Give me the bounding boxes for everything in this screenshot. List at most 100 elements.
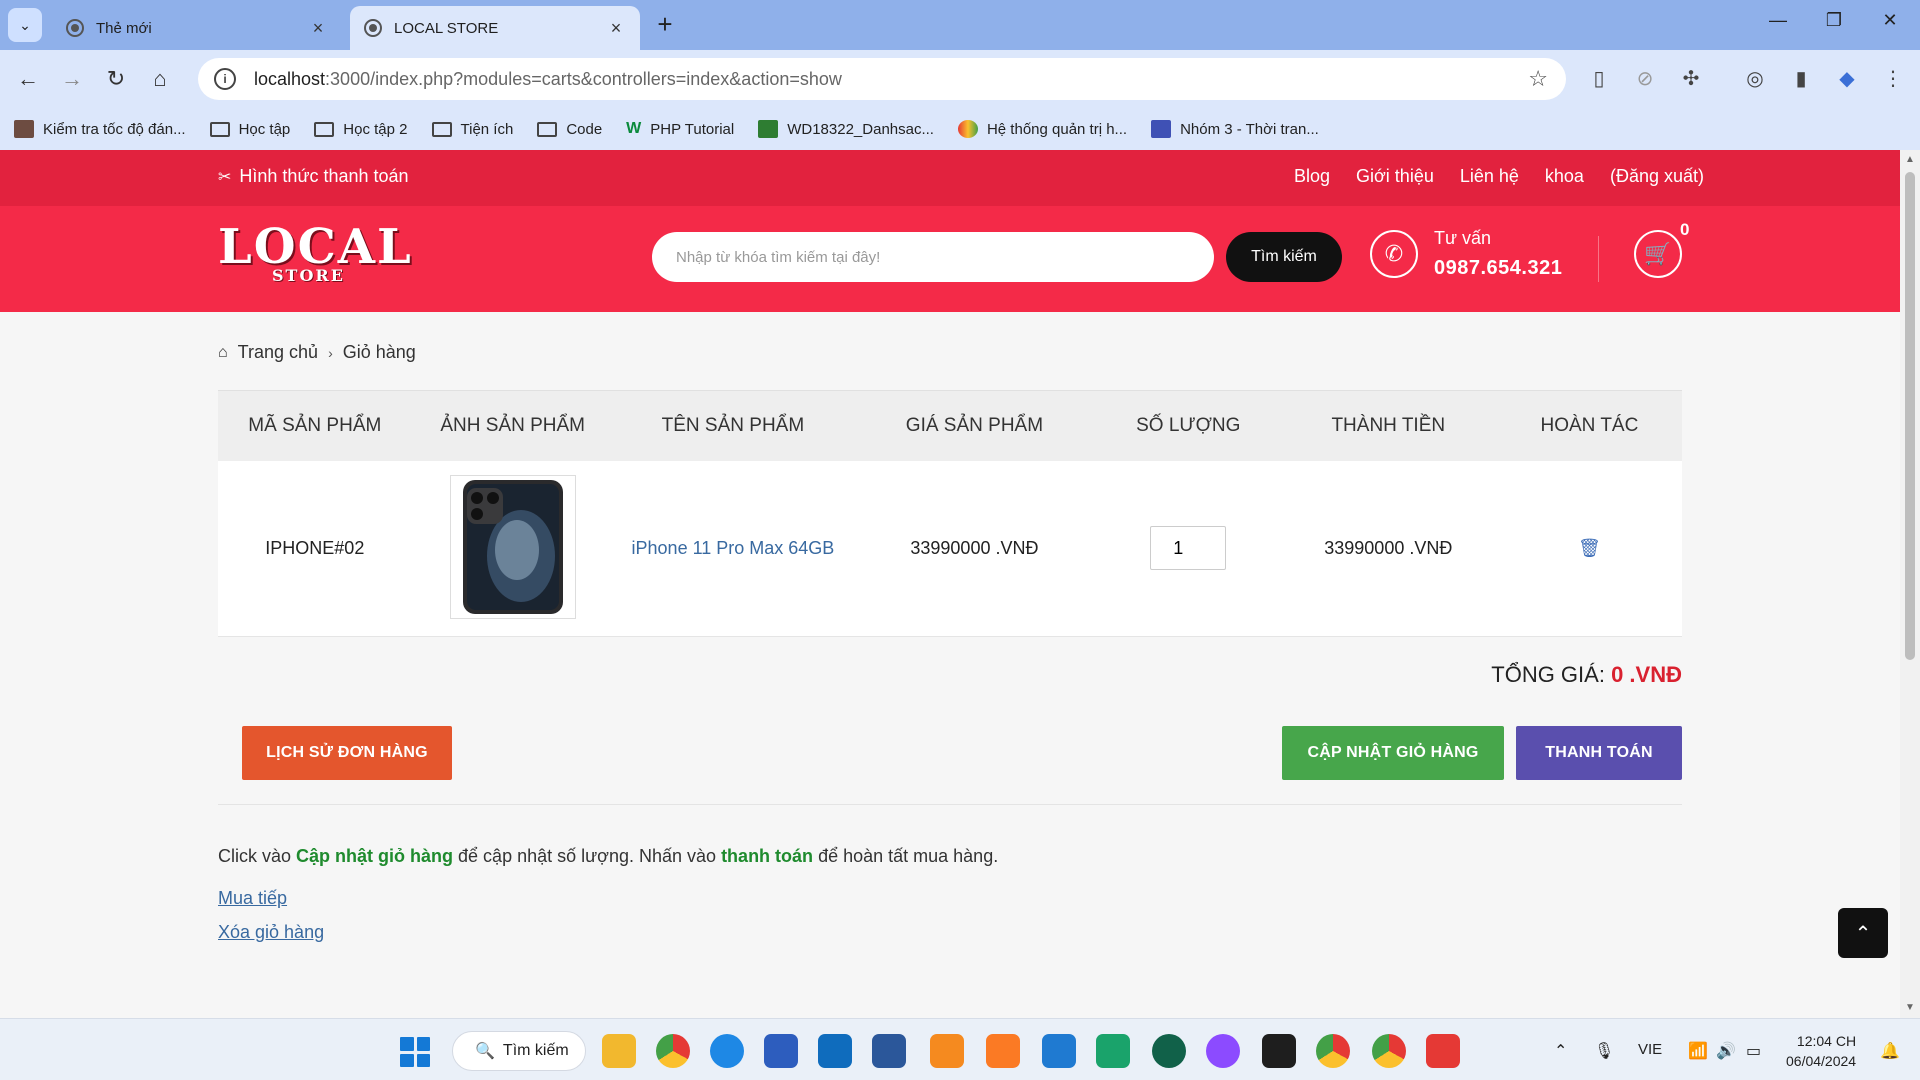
vscode-icon[interactable] <box>1042 1034 1076 1068</box>
product-name-link[interactable]: iPhone 11 Pro Max 64GB <box>632 538 835 558</box>
performance-icon[interactable]: ◎ <box>1742 66 1768 92</box>
vscode-insiders-icon[interactable] <box>1096 1034 1130 1068</box>
breadcrumb-home[interactable]: Trang chủ <box>238 342 318 363</box>
tab-new-tab[interactable]: Thẻ mới × <box>52 6 342 50</box>
bookmark-item[interactable]: Học tập 2 <box>314 121 408 138</box>
page-scrollbar[interactable]: ▲ ▼ <box>1900 150 1920 1018</box>
bookmark-label: Học tập <box>238 120 291 138</box>
figma-icon[interactable] <box>1262 1034 1296 1068</box>
scroll-to-top-button[interactable]: ⌃ <box>1838 908 1888 958</box>
chevron-up-icon[interactable]: ⌃ <box>1554 1041 1567 1061</box>
pdf-app-icon[interactable] <box>930 1034 964 1068</box>
minimize-button[interactable]: — <box>1758 10 1798 40</box>
profile-icon[interactable]: ◆ <box>1834 66 1860 92</box>
scroll-up-icon[interactable]: ▲ <box>1905 154 1915 165</box>
bookmark-item[interactable]: WD18322_Danhsac... <box>758 120 934 138</box>
side-panel-icon[interactable]: ▮ <box>1788 66 1814 92</box>
taskbar-search[interactable]: 🔍 Tìm kiếm <box>452 1031 586 1071</box>
cart-button[interactable]: 🛒 <box>1634 230 1682 278</box>
volume-icon[interactable]: 🔊 <box>1716 1041 1736 1061</box>
outlook-icon[interactable] <box>818 1034 852 1068</box>
quantity-input[interactable] <box>1150 526 1227 571</box>
order-history-button[interactable]: LỊCH SỬ ĐƠN HÀNG <box>242 726 452 780</box>
address-bar[interactable]: i localhost:3000/index.php?modules=carts… <box>198 58 1566 100</box>
mongodb-icon[interactable] <box>1152 1034 1186 1068</box>
chrome-profile-icon[interactable] <box>1316 1034 1350 1068</box>
nav-contact[interactable]: Liên hệ <box>1460 166 1519 187</box>
globe-icon <box>364 19 382 37</box>
file-explorer-icon[interactable] <box>602 1034 636 1068</box>
windows-start-icon[interactable] <box>400 1037 430 1067</box>
scrollbar-thumb[interactable] <box>1905 172 1915 660</box>
col-name: TÊN SẢN PHẨM <box>613 390 853 461</box>
compass-icon[interactable]: ⊘ <box>1632 66 1658 92</box>
xampp-icon[interactable] <box>986 1034 1020 1068</box>
payment-methods-link[interactable]: ✂ Hình thức thanh toán <box>218 166 409 187</box>
note-text: để cập nhật số lượng. Nhấn vào <box>453 846 722 866</box>
phone-image <box>462 480 563 615</box>
clear-cart-link[interactable]: Xóa giỏ hàng <box>218 922 324 943</box>
clock[interactable]: 12:04 CH 06/04/2024 <box>1786 1031 1856 1071</box>
update-cart-button[interactable]: CẬP NHẬT GIỎ HÀNG <box>1282 726 1504 780</box>
battery-icon[interactable]: ▭ <box>1746 1041 1761 1061</box>
new-tab-button[interactable]: + <box>652 11 678 38</box>
reading-list-icon[interactable]: ▯ <box>1586 66 1612 92</box>
scroll-down-icon[interactable]: ▼ <box>1905 1002 1915 1013</box>
bookmark-item[interactable]: Học tập <box>209 120 291 138</box>
taskbar-search-label: Tìm kiếm <box>502 1042 569 1059</box>
bookmark-item[interactable]: W PHP Tutorial <box>626 120 734 138</box>
tab-title: LOCAL STORE <box>394 19 499 37</box>
product-price: 33990000 .VNĐ <box>852 460 1097 637</box>
zalo-icon[interactable] <box>710 1034 744 1068</box>
nav-about[interactable]: Giới thiệu <box>1356 166 1434 187</box>
close-icon[interactable]: × <box>308 18 328 39</box>
note-text: Click vào <box>218 846 297 866</box>
total-label: TỔNG GIÁ: <box>1491 662 1605 687</box>
bookmark-star-icon[interactable]: ☆ <box>1528 66 1548 92</box>
tab-search-button[interactable]: ⌄ <box>8 8 42 42</box>
checkout-button[interactable]: THANH TOÁN <box>1516 726 1682 780</box>
notification-icon[interactable]: 🔔 <box>1880 1041 1900 1061</box>
word-icon[interactable] <box>872 1034 906 1068</box>
bookmark-item[interactable]: Kiểm tra tốc độ đán... <box>14 120 186 138</box>
microphone-icon[interactable]: 🎙 <box>1594 1041 1614 1061</box>
chrome-icon[interactable] <box>656 1034 690 1068</box>
search-input[interactable] <box>676 248 1190 266</box>
close-icon[interactable]: × <box>606 18 626 39</box>
back-button[interactable]: ← <box>10 61 46 97</box>
nav-user[interactable]: khoa <box>1545 166 1584 187</box>
extensions-icon[interactable]: ✣ <box>1678 66 1704 92</box>
continue-shopping-link[interactable]: Mua tiếp <box>218 888 287 909</box>
consult-phone[interactable]: 0987.654.321 <box>1434 257 1562 280</box>
home-button[interactable]: ⌂ <box>142 61 178 97</box>
screen-recorder-icon[interactable] <box>1426 1034 1460 1068</box>
product-image[interactable] <box>449 475 576 620</box>
site-logo[interactable]: LOCAL STORE <box>218 222 411 286</box>
store-icon[interactable] <box>764 1034 798 1068</box>
bookmark-item[interactable]: Tiện ích <box>431 121 513 138</box>
chrome-active-icon[interactable] <box>1372 1034 1406 1068</box>
bookmark-item[interactable]: Hệ thống quản trị h... <box>957 120 1127 138</box>
arrow-right-icon: → <box>61 66 83 91</box>
note-highlight-checkout: thanh toán <box>721 846 814 866</box>
messenger-icon[interactable] <box>1206 1034 1240 1068</box>
col-qty: SỐ LƯỢNG <box>1096 390 1280 461</box>
clock-date: 06/04/2024 <box>1786 1053 1857 1069</box>
tab-local-store[interactable]: LOCAL STORE × <box>350 6 640 50</box>
reload-button[interactable]: ↻ <box>98 61 134 97</box>
search-button[interactable]: Tìm kiếm <box>1226 232 1342 282</box>
close-window-button[interactable]: ✕ <box>1870 10 1910 40</box>
bookmark-item[interactable]: Nhóm 3 - Thời tran... <box>1151 120 1319 138</box>
menu-dots-icon[interactable]: ⋮ <box>1880 66 1906 92</box>
restore-button[interactable]: ❐ <box>1814 10 1854 40</box>
nav-logout[interactable]: (Đăng xuất) <box>1610 166 1704 187</box>
forward-button[interactable]: → <box>54 61 90 97</box>
wifi-icon[interactable]: 📶 <box>1688 1041 1708 1061</box>
tab-title: Thẻ mới <box>96 19 152 37</box>
site-info-icon[interactable]: i <box>214 68 236 90</box>
nav-blog[interactable]: Blog <box>1294 166 1330 187</box>
bookmark-item[interactable]: Code <box>537 121 602 138</box>
trash-icon[interactable]: 🗑 <box>1578 538 1601 558</box>
col-code: MÃ SẢN PHẨM <box>218 390 412 461</box>
language-indicator[interactable]: VIE <box>1638 1041 1662 1058</box>
